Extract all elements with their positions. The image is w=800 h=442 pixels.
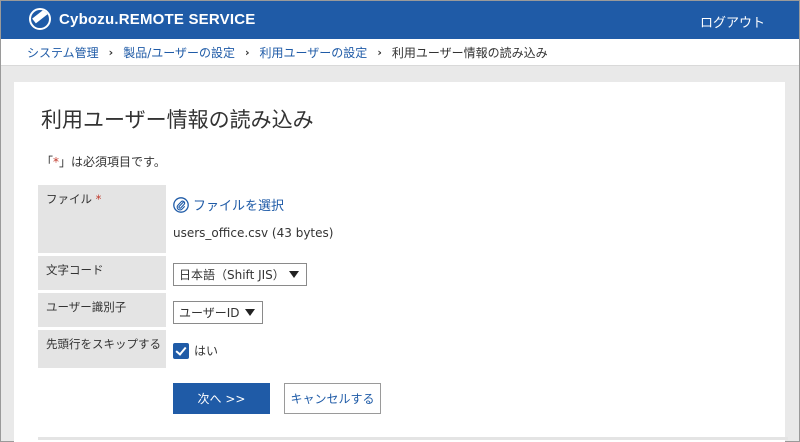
divider <box>38 437 788 440</box>
main-panel: 利用ユーザー情報の読み込み 「*」は必須項目です。 ファイル * ファイルを選択… <box>14 82 788 442</box>
encoding-label-cell: 文字コード <box>38 256 166 290</box>
identifier-label-cell: ユーザー識別子 <box>38 293 166 327</box>
identifier-label: ユーザー識別子 <box>46 300 127 314</box>
cancel-button[interactable]: キャンセルする <box>284 383 381 414</box>
identifier-select[interactable]: ユーザーID <box>173 301 263 324</box>
breadcrumb-system-admin[interactable]: システム管理 <box>27 44 99 61</box>
breadcrumb-current: 利用ユーザー情報の読み込み <box>391 45 548 60</box>
page-title: 利用ユーザー情報の読み込み <box>41 108 314 132</box>
paperclip-icon <box>173 196 189 213</box>
skip-header-checkbox-row: はい <box>173 342 218 359</box>
app-title: Cybozu.REMOTE SERVICE <box>59 10 256 28</box>
breadcrumb-chevron-icon: › <box>245 45 250 59</box>
encoding-label: 文字コード <box>46 263 104 277</box>
encoding-selected-value: 日本語（Shift JIS） <box>179 268 285 282</box>
chevron-down-icon <box>245 309 255 316</box>
required-note-open: 「 <box>41 155 54 169</box>
required-note: 「*」は必須項目です。 <box>41 153 166 170</box>
file-label-cell: ファイル * <box>38 185 166 253</box>
cybozu-logo-icon <box>29 8 51 30</box>
chevron-down-icon <box>289 271 299 278</box>
select-file-label: ファイルを選択 <box>193 199 285 214</box>
file-required-mark: * <box>95 192 102 206</box>
select-file-button[interactable]: ファイルを選択 <box>173 195 284 214</box>
breadcrumb-product-user-settings[interactable]: 製品/ユーザーの設定 <box>123 44 235 61</box>
breadcrumb-chevron-icon: › <box>108 45 114 59</box>
app-header: Cybozu.REMOTE SERVICE ログアウト <box>1 1 799 39</box>
identifier-selected-value: ユーザーID <box>179 306 240 320</box>
skip-header-label-cell: 先頭行をスキップする <box>38 330 166 368</box>
app-logo[interactable]: Cybozu.REMOTE SERVICE <box>29 8 255 30</box>
breadcrumb: システム管理 › 製品/ユーザーの設定 › 利用ユーザーの設定 › 利用ユーザー… <box>1 39 799 66</box>
skip-header-checkbox[interactable] <box>173 342 189 359</box>
file-label: ファイル <box>46 192 92 206</box>
selected-file-info: users_office.csv (43 bytes) <box>173 226 334 240</box>
encoding-select[interactable]: 日本語（Shift JIS） <box>173 263 307 286</box>
logout-link[interactable]: ログアウト <box>700 12 765 31</box>
breadcrumb-chevron-icon: › <box>377 45 382 59</box>
required-note-text: 」は必須項目です。 <box>59 155 166 169</box>
skip-header-label: 先頭行をスキップする <box>46 337 161 351</box>
breadcrumb-user-settings[interactable]: 利用ユーザーの設定 <box>260 44 368 61</box>
next-button[interactable]: 次へ >> <box>173 383 270 414</box>
skip-header-option-label[interactable]: はい <box>194 342 218 359</box>
